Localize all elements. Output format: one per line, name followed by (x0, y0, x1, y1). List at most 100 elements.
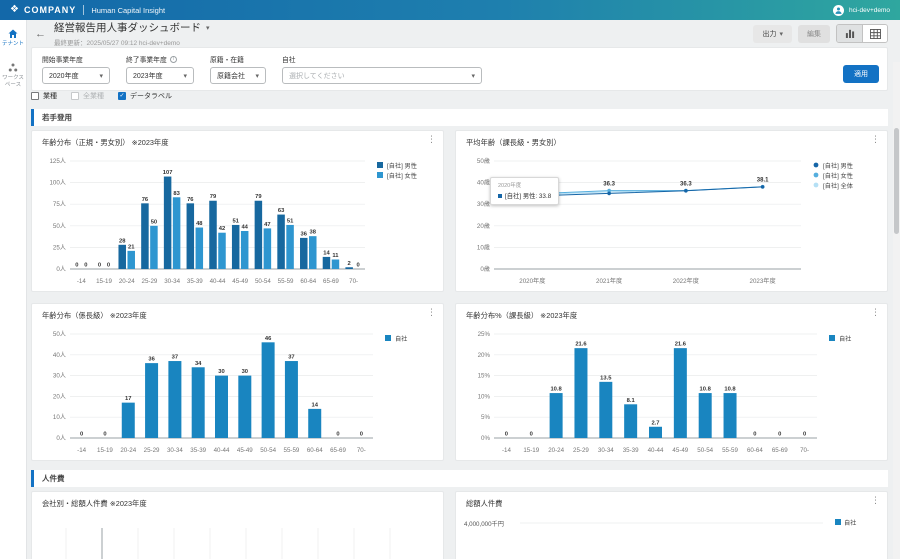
svg-text:[自社] 男性: [自社] 男性 (387, 162, 417, 170)
svg-text:15%: 15% (478, 373, 491, 380)
svg-text:0: 0 (753, 432, 756, 438)
sidebar-item-label: テナント (2, 41, 24, 48)
svg-text:45-49: 45-49 (672, 447, 688, 454)
back-arrow-icon[interactable]: ← (35, 28, 46, 40)
chevron-down-icon: ▾ (471, 72, 475, 80)
chart-card-age-distribution-kakaricho[interactable]: 年齢分布（係長級） ※2023年度 ⋮ 0人10人20人30人40人50人-14… (31, 303, 444, 461)
svg-text:40歳: 40歳 (477, 179, 490, 187)
scrollbar-track[interactable] (893, 62, 900, 559)
chart-svg: 4,000,000千円自社 (456, 512, 887, 559)
chart-svg: 0人25人50人75人100人125人-1415-1920-2425-2930-… (32, 151, 443, 291)
svg-text:75人: 75人 (53, 201, 66, 208)
chart-plot[interactable]: 0人25人50人75人100人125人-1415-1920-2425-2930-… (32, 151, 443, 291)
kebab-menu-icon[interactable]: ⋮ (427, 135, 436, 144)
dashboard-title-dropdown[interactable]: 経営報告用人事ダッシュボード ▾ (54, 20, 210, 35)
chart-plot[interactable]: 0%5%10%15%20%25%-1415-1920-2425-2930-343… (456, 324, 887, 460)
svg-text:50歳: 50歳 (477, 157, 490, 165)
kebab-menu-icon[interactable]: ⋮ (427, 308, 436, 317)
chart-plot[interactable]: 4,000,000千円自社 (456, 512, 887, 559)
svg-text:51: 51 (287, 218, 294, 224)
svg-text:自社: 自社 (844, 519, 856, 527)
chart-card-average-age[interactable]: 平均年齢（課長級・男女別） ⋮ 2020年度 [自社] 男性: 33.8 0歳1… (455, 130, 888, 292)
svg-text:30人: 30人 (53, 373, 66, 380)
svg-text:60-64: 60-64 (747, 447, 763, 454)
chart-card-labor-cost-by-company[interactable]: 会社別・総額人件費 ※2023年度 (31, 491, 444, 559)
chart-plot[interactable]: 0人10人20人30人40人50人-1415-1920-2425-2930-34… (32, 324, 443, 460)
all-industry-checkbox[interactable]: 全業種 (71, 91, 104, 101)
info-icon[interactable]: i (170, 56, 177, 63)
chart-title: 年齢分布（正規・男女別） ※2023年度 (42, 138, 169, 148)
sidebar-item-tenant[interactable]: テナント (0, 28, 26, 48)
svg-text:0: 0 (778, 432, 781, 438)
industry-checkbox[interactable]: 業種 (31, 91, 57, 101)
svg-text:79: 79 (255, 194, 262, 200)
svg-text:65-69: 65-69 (330, 447, 346, 454)
brand-name: COMPANY (24, 5, 76, 15)
svg-text:0: 0 (84, 263, 87, 269)
chart-card-age-distribution-pct-kacho[interactable]: 年齢分布%（課長級） ※2023年度 ⋮ 0%5%10%15%20%25%-14… (455, 303, 888, 461)
svg-text:51: 51 (232, 218, 239, 224)
kebab-menu-icon[interactable]: ⋮ (871, 308, 880, 317)
svg-text:76: 76 (187, 197, 194, 203)
own-company-label: 自社 (282, 54, 482, 64)
svg-text:50人: 50人 (53, 223, 66, 230)
svg-text:83: 83 (173, 191, 180, 197)
output-button[interactable]: 出力▾ (753, 25, 792, 43)
end-fiscal-year-select[interactable]: 2023年度▾ (126, 67, 194, 84)
svg-text:36: 36 (148, 357, 155, 363)
start-fiscal-year-label: 開始事業年度 (42, 54, 110, 64)
kebab-menu-icon[interactable]: ⋮ (871, 135, 880, 144)
svg-text:0: 0 (505, 432, 508, 438)
table-view-button[interactable] (862, 25, 887, 42)
page-title: 経営報告用人事ダッシュボード (54, 20, 201, 35)
start-fiscal-year-select[interactable]: 2020年度▾ (42, 67, 110, 84)
scrollbar-thumb[interactable] (894, 128, 899, 234)
svg-text:38.1: 38.1 (757, 178, 769, 184)
svg-text:25人: 25人 (53, 244, 66, 251)
user-avatar[interactable] (833, 5, 844, 16)
apply-button[interactable]: 適用 (843, 65, 879, 83)
svg-text:40-44: 40-44 (210, 278, 226, 285)
registry-select[interactable]: 原籍会社▾ (210, 67, 266, 84)
own-company-select[interactable]: 選択してください▾ (282, 67, 482, 84)
edit-button[interactable]: 編集 (798, 25, 830, 43)
svg-text:55-59: 55-59 (278, 278, 294, 285)
svg-text:30: 30 (218, 369, 224, 375)
svg-text:20-24: 20-24 (548, 447, 564, 454)
chart-plot[interactable]: 2020年度 [自社] 男性: 33.8 0歳10歳20歳30歳40歳50歳20… (456, 151, 887, 291)
svg-text:15-19: 15-19 (523, 447, 539, 454)
svg-text:0: 0 (103, 432, 106, 438)
svg-text:36: 36 (301, 231, 308, 237)
chart-tooltip: 2020年度 [自社] 男性: 33.8 (490, 177, 559, 205)
svg-text:25-29: 25-29 (573, 447, 589, 454)
svg-text:17: 17 (125, 396, 131, 402)
svg-text:-14: -14 (502, 447, 512, 454)
svg-text:0: 0 (107, 263, 110, 269)
svg-text:10.8: 10.8 (550, 387, 562, 393)
svg-text:38: 38 (310, 230, 317, 236)
chart-card-age-distribution-regular[interactable]: 年齢分布（正規・男女別） ※2023年度 ⋮ 0人25人50人75人100人12… (31, 130, 444, 292)
kebab-menu-icon[interactable]: ⋮ (871, 496, 880, 505)
chart-view-button[interactable] (837, 25, 862, 42)
svg-text:14: 14 (312, 402, 319, 408)
company-logo-icon: ❖ (10, 5, 19, 15)
username[interactable]: hci-dev+demo (849, 7, 890, 14)
chart-card-total-labor-cost[interactable]: 総額人件費 ⋮ 4,000,000千円自社 (455, 491, 888, 559)
chart-plot[interactable] (32, 512, 443, 559)
svg-text:0: 0 (80, 432, 83, 438)
svg-text:8.1: 8.1 (627, 398, 636, 404)
product-name: Human Capital Insight (91, 6, 165, 15)
svg-text:35-39: 35-39 (190, 447, 206, 454)
topbar: ❖ COMPANY Human Capital Insight hci-dev+… (0, 0, 900, 20)
option-row: 業種 全業種 ✓ データラベル (31, 91, 888, 101)
svg-text:50-54: 50-54 (255, 278, 271, 285)
svg-text:2022年度: 2022年度 (673, 277, 699, 285)
chevron-down-icon: ▾ (255, 72, 259, 80)
svg-text:0%: 0% (481, 435, 490, 442)
sidebar-item-workspace[interactable]: ワークスペース (0, 62, 26, 89)
svg-text:65-69: 65-69 (772, 447, 788, 454)
data-label-checkbox[interactable]: ✓ データラベル (118, 91, 172, 101)
svg-text:45-49: 45-49 (232, 278, 248, 285)
svg-text:35-39: 35-39 (623, 447, 639, 454)
chevron-down-icon: ▾ (99, 72, 103, 80)
